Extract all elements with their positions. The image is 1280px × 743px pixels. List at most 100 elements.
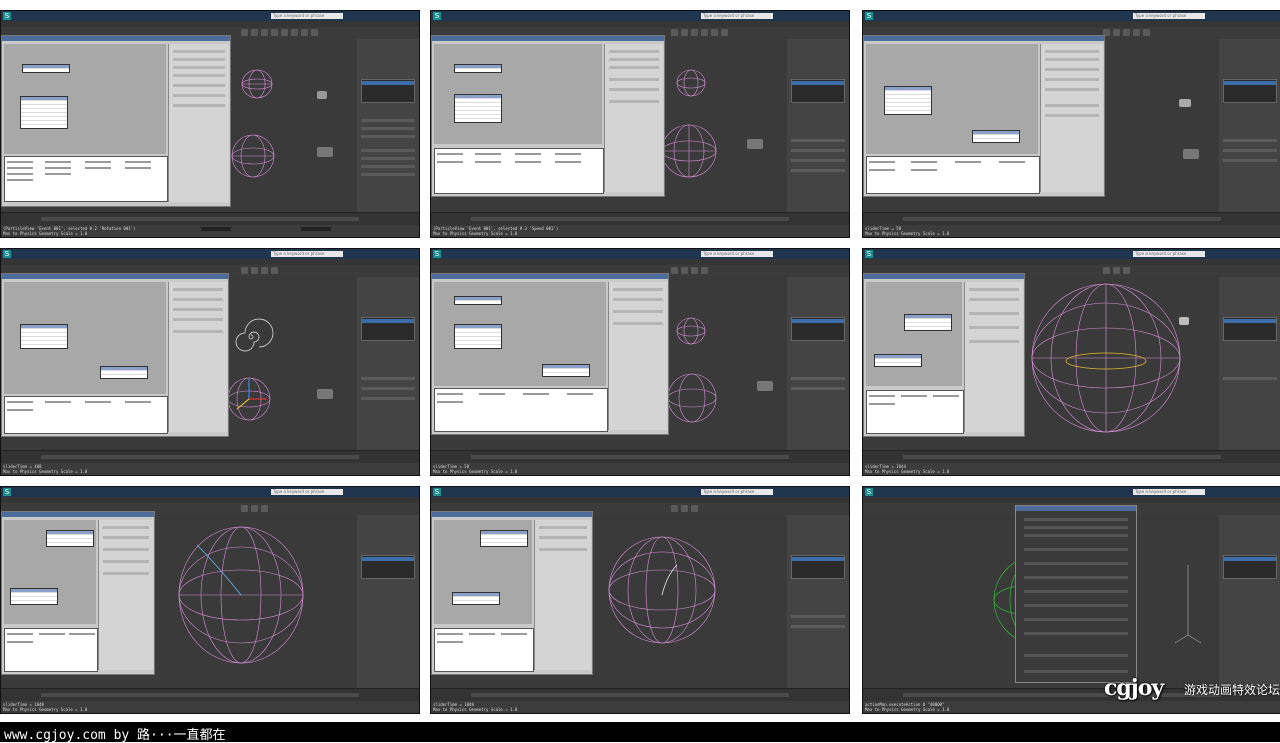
command-panel[interactable]	[1219, 515, 1280, 689]
dialog-title-bar[interactable]	[432, 36, 664, 41]
wireframe-sphere[interactable]	[227, 377, 271, 421]
event-node[interactable]	[20, 324, 68, 349]
particle-view-dialog[interactable]	[431, 35, 665, 197]
command-panel[interactable]	[357, 39, 419, 213]
window-controls[interactable]	[1249, 12, 1279, 27]
emitter-icon[interactable]	[747, 139, 763, 149]
emitter-icon[interactable]	[1183, 149, 1199, 159]
event-node[interactable]	[22, 64, 70, 73]
dialog-title-bar[interactable]	[1016, 506, 1136, 511]
command-panel[interactable]	[357, 515, 419, 689]
emitter-icon[interactable]	[317, 389, 333, 399]
command-panel[interactable]	[787, 39, 849, 213]
operator-depot[interactable]	[866, 156, 1040, 194]
properties-panel[interactable]	[534, 520, 591, 670]
app-logo-icon[interactable]: S	[865, 250, 873, 258]
window-controls[interactable]	[1249, 488, 1279, 503]
dialog-title-bar[interactable]	[432, 274, 668, 279]
search-input[interactable]: Type a keyword or phrase	[701, 13, 773, 19]
wireframe-sphere[interactable]	[241, 69, 273, 99]
operator-depot[interactable]	[4, 156, 168, 202]
search-input[interactable]: Type a keyword or phrase	[1133, 251, 1205, 257]
wireframe-sphere[interactable]	[177, 525, 305, 665]
wireframe-sphere[interactable]	[667, 373, 717, 423]
preview-options[interactable]	[1020, 514, 1132, 678]
properties-panel[interactable]	[1040, 44, 1103, 192]
emitter-icon[interactable]	[1179, 99, 1191, 107]
properties-panel[interactable]	[604, 44, 663, 192]
app-logo-icon[interactable]: S	[433, 12, 441, 20]
event-node[interactable]	[454, 296, 502, 305]
properties-panel[interactable]	[98, 520, 153, 670]
window-controls[interactable]	[387, 12, 417, 27]
window-controls[interactable]	[817, 488, 847, 503]
operator-depot[interactable]	[434, 148, 604, 194]
command-panel[interactable]	[787, 515, 849, 689]
event-node[interactable]	[480, 530, 528, 547]
window-controls[interactable]	[387, 488, 417, 503]
timeline[interactable]	[431, 450, 849, 463]
event-node[interactable]	[542, 364, 590, 377]
dialog-title-bar[interactable]	[2, 512, 154, 517]
window-controls[interactable]	[1249, 250, 1279, 265]
command-panel[interactable]	[357, 277, 419, 451]
properties-panel[interactable]	[964, 282, 1023, 432]
dialog-title-bar[interactable]	[432, 512, 592, 517]
command-panel[interactable]	[1219, 39, 1280, 213]
properties-panel[interactable]	[168, 282, 227, 432]
event-node[interactable]	[454, 64, 502, 73]
app-logo-icon[interactable]: S	[865, 488, 873, 496]
wireframe-sphere[interactable]	[607, 535, 717, 645]
operator-depot[interactable]	[434, 628, 534, 672]
particle-view-dialog[interactable]	[1, 273, 229, 437]
particle-view-dialog[interactable]	[431, 273, 669, 435]
emitter-icon[interactable]	[757, 381, 773, 391]
window-controls[interactable]	[387, 250, 417, 265]
window-controls[interactable]	[817, 12, 847, 27]
wireframe-sphere[interactable]	[661, 124, 717, 178]
event-node[interactable]	[904, 314, 952, 331]
wireframe-sphere[interactable]	[1031, 283, 1181, 433]
emitter-icon[interactable]	[317, 147, 333, 157]
emitter-lines[interactable]	[1173, 555, 1203, 645]
dialog-title-bar[interactable]	[864, 274, 1024, 279]
make-preview-dialog[interactable]	[1015, 505, 1137, 683]
event-node[interactable]	[46, 530, 94, 547]
command-panel[interactable]	[787, 277, 849, 451]
operator-depot[interactable]	[434, 388, 608, 432]
emitter-icon[interactable]	[1179, 317, 1189, 325]
properties-panel[interactable]	[168, 44, 229, 202]
timeline[interactable]	[863, 212, 1280, 225]
dialog-title-bar[interactable]	[2, 274, 228, 279]
search-input[interactable]: Type a keyword or phrase	[1133, 13, 1205, 19]
search-input[interactable]: Type a keyword or phrase	[701, 251, 773, 257]
search-input[interactable]: Type a keyword or phrase	[271, 251, 343, 257]
search-input[interactable]: Type a keyword or phrase	[271, 13, 343, 19]
event-node[interactable]	[100, 366, 148, 379]
timeline[interactable]	[431, 212, 849, 225]
dialog-title-bar[interactable]	[864, 36, 1104, 41]
wireframe-sphere[interactable]	[676, 69, 706, 97]
properties-panel[interactable]	[608, 282, 667, 430]
timeline[interactable]	[1, 212, 419, 225]
spiral-path[interactable]	[233, 318, 274, 355]
window-controls[interactable]	[817, 250, 847, 265]
search-input[interactable]: Type a keyword or phrase	[701, 489, 773, 495]
timeline[interactable]	[431, 688, 849, 701]
operator-depot[interactable]	[866, 390, 964, 434]
command-panel[interactable]	[1219, 277, 1280, 451]
particle-view-dialog[interactable]	[863, 273, 1025, 437]
app-logo-icon[interactable]: S	[3, 488, 11, 496]
event-node[interactable]	[20, 96, 68, 129]
particle-view-dialog[interactable]	[863, 35, 1105, 197]
wireframe-sphere[interactable]	[676, 317, 706, 345]
operator-depot[interactable]	[4, 396, 168, 434]
search-input[interactable]: Type a keyword or phrase	[1133, 489, 1205, 495]
emitter-icon[interactable]	[317, 91, 327, 99]
event-display[interactable]	[866, 282, 962, 386]
particle-view-dialog[interactable]	[431, 511, 593, 675]
dialog-title-bar[interactable]	[2, 36, 230, 41]
wireframe-sphere[interactable]	[231, 134, 275, 178]
timeline[interactable]	[1, 450, 419, 463]
operator-depot[interactable]	[4, 628, 98, 672]
